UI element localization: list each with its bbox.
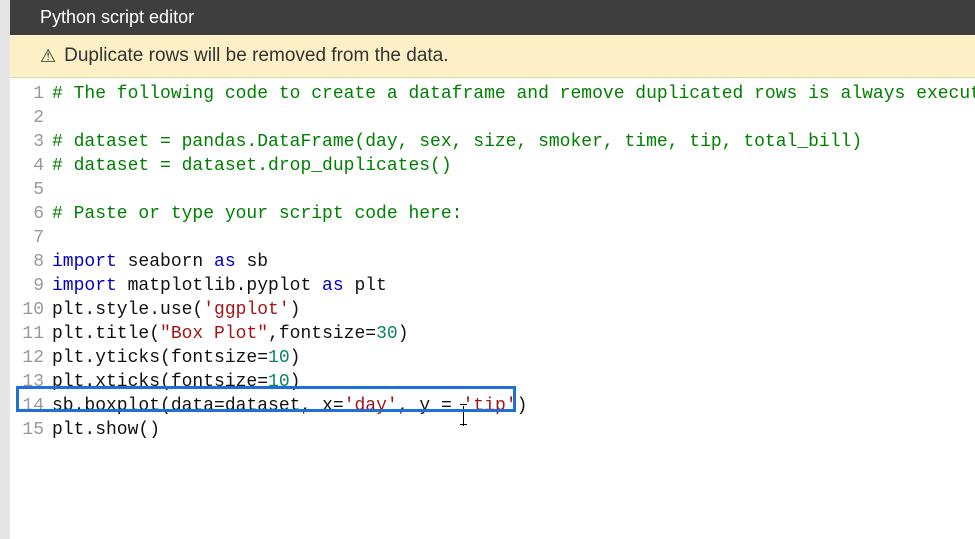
token: plt.xticks(fontsize= [52,372,268,392]
token: # dataset = dataset.drop_duplicates() [52,156,452,176]
token: # Paste or type your script code here: [52,204,462,224]
token: ) [290,348,301,368]
token: plt.title( [52,324,160,344]
code-content[interactable]: # dataset = pandas.DataFrame(day, sex, s… [52,130,975,154]
token: ,fontsize= [268,324,376,344]
code-line[interactable]: 11plt.title("Box Plot",fontsize=30) [10,322,975,346]
code-line[interactable]: 10plt.style.use('ggplot') [10,298,975,322]
code-content[interactable]: sb.boxplot(data=dataset, x='day', y = 't… [52,394,975,418]
line-number: 8 [10,250,52,274]
warning-bar: ⚠ Duplicate rows will be removed from th… [10,35,975,78]
token: ) [290,372,301,392]
token: as [214,252,236,272]
token: = [441,396,452,416]
code-line[interactable]: 3# dataset = pandas.DataFrame(day, sex, … [10,130,975,154]
code-line[interactable]: 2 [10,106,975,130]
line-number: 2 [10,106,52,130]
warning-icon: ⚠ [40,47,56,65]
line-number: 7 [10,226,52,250]
code-content[interactable] [52,178,975,202]
code-line[interactable]: 13plt.xticks(fontsize=10) [10,370,975,394]
code-line[interactable]: 7 [10,226,975,250]
code-content[interactable]: plt.xticks(fontsize=10) [52,370,975,394]
editor-title: Python script editor [40,7,194,27]
token: 'tip' [463,396,517,416]
token: y [419,396,430,416]
code-content[interactable] [52,226,975,250]
warning-text: Duplicate rows will be removed from the … [64,45,448,67]
token: import [52,276,117,296]
code-content[interactable] [52,106,975,130]
token: plt.style.use( [52,300,203,320]
token: x [322,396,333,416]
code-line[interactable]: 9import matplotlib.pyplot as plt [10,274,975,298]
line-number: 10 [10,298,52,322]
token: "Box Plot" [160,324,268,344]
token: 30 [376,324,398,344]
code-line[interactable]: 1# The following code to create a datafr… [10,82,975,106]
code-editor[interactable]: 1# The following code to create a datafr… [10,78,975,539]
token: , [398,396,420,416]
token: ) [517,396,528,416]
code-content[interactable]: # dataset = dataset.drop_duplicates() [52,154,975,178]
line-number: 5 [10,178,52,202]
code-content[interactable]: plt.show() [52,418,975,442]
code-content[interactable]: # The following code to create a datafra… [52,82,975,106]
token: as [322,276,344,296]
token: import [52,252,117,272]
token: 'ggplot' [203,300,289,320]
token: 10 [268,372,290,392]
code-line[interactable]: 8import seaborn as sb [10,250,975,274]
token [452,396,463,416]
token: 'day' [344,396,398,416]
line-number: 13 [10,370,52,394]
token: = [333,396,344,416]
code-content[interactable]: plt.title("Box Plot",fontsize=30) [52,322,975,346]
token: 10 [268,348,290,368]
token: # dataset = pandas.DataFrame(day, sex, s… [52,132,862,152]
token: = [214,396,225,416]
token: ) [398,324,409,344]
token: plt [344,276,387,296]
left-margin [0,0,10,539]
code-content[interactable]: plt.style.use('ggplot') [52,298,975,322]
editor-header: Python script editor [10,0,975,35]
code-content[interactable]: plt.yticks(fontsize=10) [52,346,975,370]
line-number: 4 [10,154,52,178]
token [430,396,441,416]
code-line[interactable]: 12plt.yticks(fontsize=10) [10,346,975,370]
line-number: 9 [10,274,52,298]
token: ) [290,300,301,320]
code-content[interactable]: import seaborn as sb [52,250,975,274]
line-number: 15 [10,418,52,442]
code-content[interactable]: import matplotlib.pyplot as plt [52,274,975,298]
token: matplotlib.pyplot [117,276,322,296]
line-number: 11 [10,322,52,346]
editor-container: Python script editor ⚠ Duplicate rows wi… [10,0,975,539]
token: seaborn [117,252,214,272]
token: sb.boxplot(data [52,396,214,416]
token: # The following code to create a datafra… [52,84,975,104]
token: plt.show() [52,420,160,440]
token: sb [236,252,268,272]
line-number: 6 [10,202,52,226]
line-number: 1 [10,82,52,106]
code-line[interactable]: 5 [10,178,975,202]
line-number: 3 [10,130,52,154]
line-number: 12 [10,346,52,370]
code-content[interactable]: # Paste or type your script code here: [52,202,975,226]
code-line[interactable]: 14sb.boxplot(data=dataset, x='day', y = … [10,394,975,418]
token: , [300,396,322,416]
line-number: 14 [10,394,52,418]
code-line[interactable]: 15plt.show() [10,418,975,442]
token: dataset [225,396,301,416]
code-line[interactable]: 6# Paste or type your script code here: [10,202,975,226]
code-line[interactable]: 4# dataset = dataset.drop_duplicates() [10,154,975,178]
token: plt.yticks(fontsize= [52,348,268,368]
